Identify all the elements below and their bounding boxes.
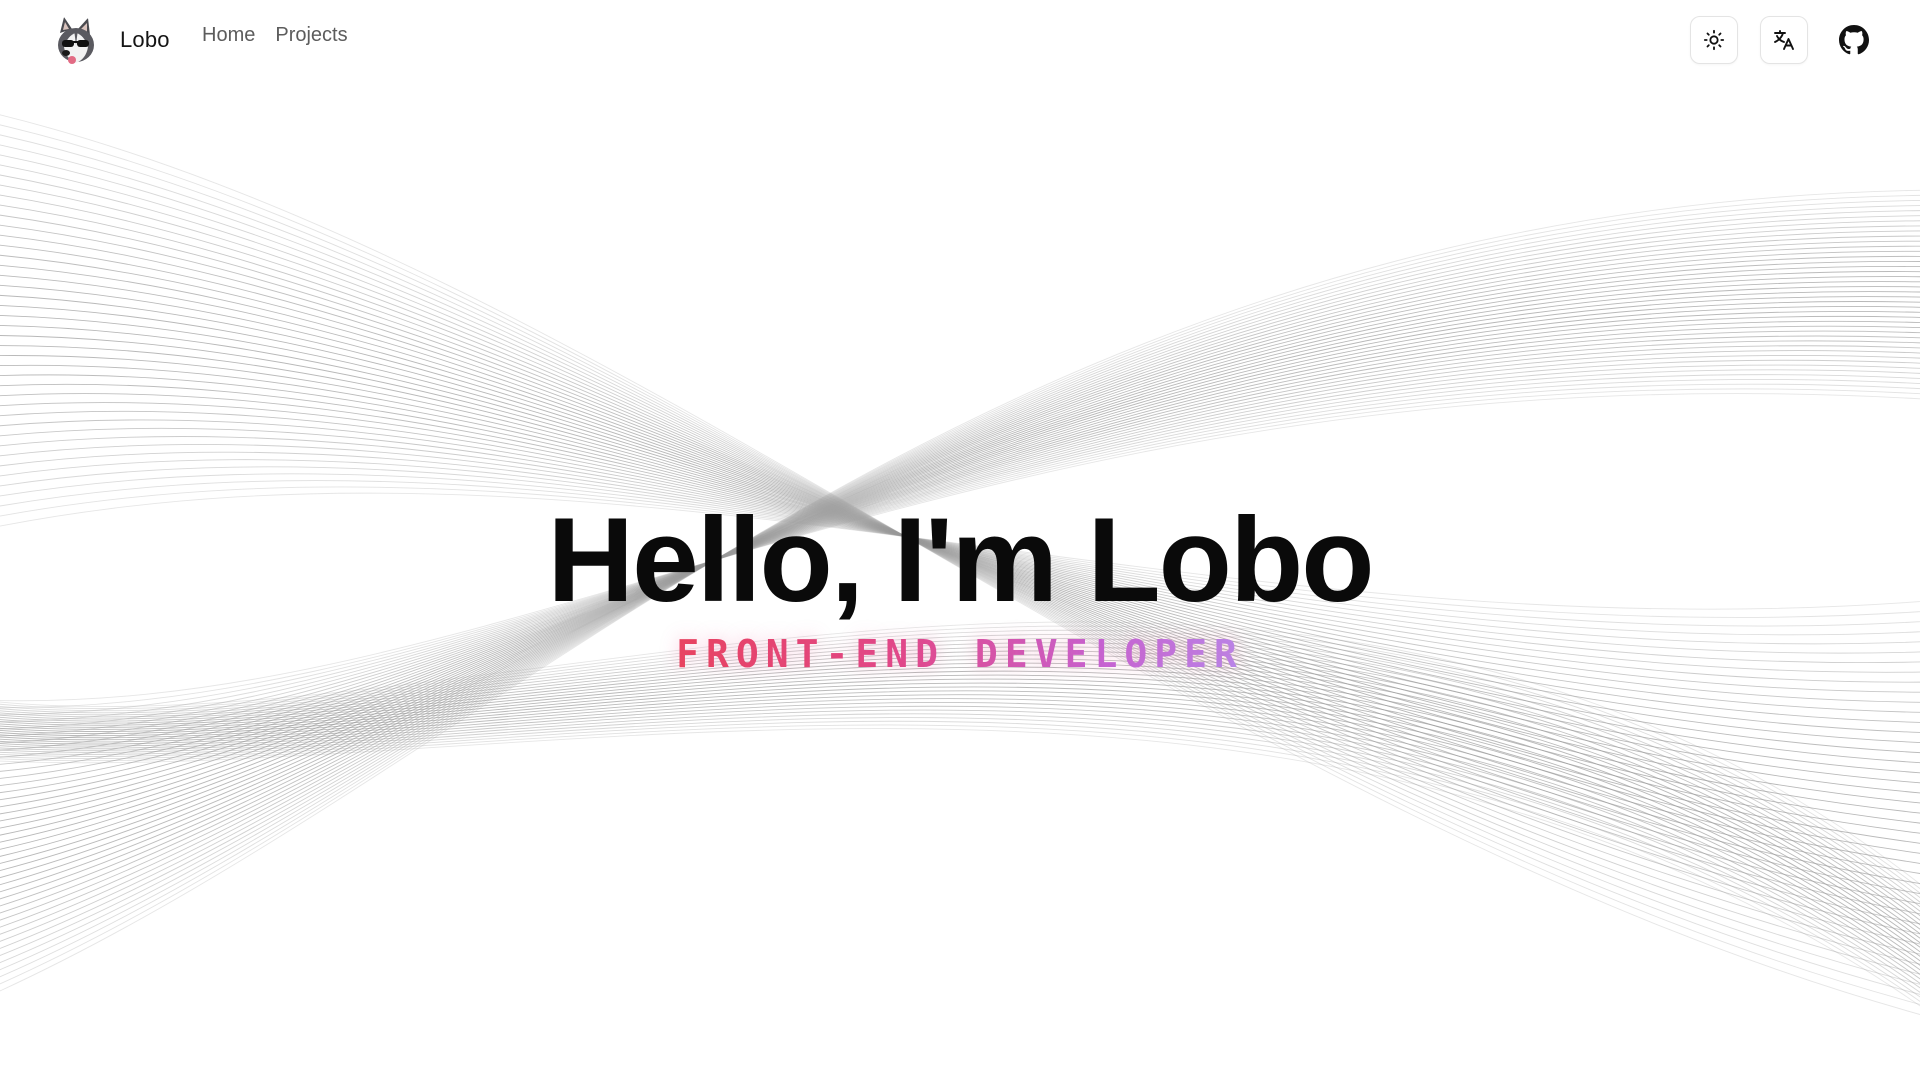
wave-line bbox=[0, 686, 1920, 958]
wave-line bbox=[0, 709, 1920, 985]
nav-projects-link[interactable]: Projects bbox=[275, 24, 347, 47]
wave-line bbox=[0, 666, 1920, 935]
wave-line bbox=[0, 690, 1920, 962]
wave-line bbox=[0, 642, 1920, 908]
wave-line bbox=[0, 720, 1920, 998]
wave-line bbox=[0, 728, 1920, 1007]
wave-line bbox=[0, 674, 1920, 944]
wave-line bbox=[0, 678, 1920, 949]
theme-toggle-button[interactable] bbox=[1690, 16, 1738, 64]
wave-line bbox=[0, 713, 1920, 989]
wave-line bbox=[0, 682, 1920, 953]
wave-line bbox=[0, 701, 1920, 976]
hero-subtitle-text: FRONT-END DEVELOPER bbox=[676, 632, 1244, 676]
wave-line bbox=[0, 705, 1920, 980]
wave-line bbox=[0, 646, 1920, 912]
github-link[interactable] bbox=[1830, 16, 1878, 64]
hero-title: Hello, I'm Lobo bbox=[547, 493, 1374, 627]
wave-line bbox=[0, 670, 1920, 940]
wave-line bbox=[0, 717, 1920, 994]
wave-line bbox=[0, 724, 1920, 1003]
sun-icon bbox=[1703, 29, 1725, 51]
github-icon bbox=[1839, 25, 1869, 55]
nav-home-link[interactable]: Home bbox=[202, 24, 255, 47]
language-switch-button[interactable] bbox=[1760, 16, 1808, 64]
wave-line bbox=[0, 698, 1920, 971]
brand-name: Lobo bbox=[120, 27, 170, 52]
wave-line bbox=[0, 654, 1920, 922]
top-navigation-bar: Lobo Home Projects bbox=[0, 0, 1920, 80]
page: Lobo Home Projects Hello, I'm Lobo FRONT… bbox=[0, 0, 1920, 1080]
wave-line bbox=[0, 662, 1920, 931]
main-nav: Home Projects bbox=[202, 24, 348, 47]
wave-line bbox=[0, 650, 1920, 917]
brand-home-link[interactable]: Lobo bbox=[50, 15, 170, 65]
wave-line bbox=[0, 658, 1920, 926]
wave-line bbox=[0, 638, 1920, 903]
translate-icon bbox=[1774, 30, 1794, 50]
wave-line bbox=[0, 694, 1920, 967]
husky-avatar bbox=[50, 15, 100, 65]
hero-subtitle: FRONT-END DEVELOPER bbox=[0, 630, 1920, 678]
